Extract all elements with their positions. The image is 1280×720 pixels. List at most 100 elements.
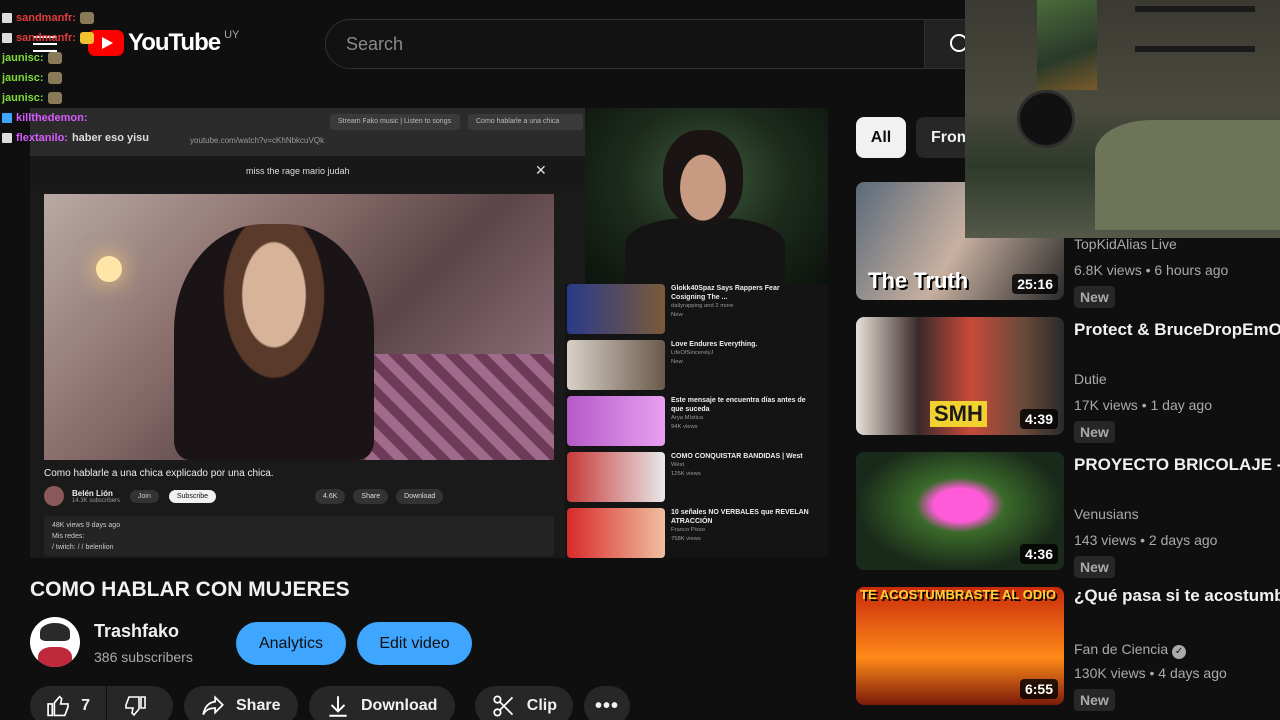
chat-username: jaunisc: <box>2 92 44 104</box>
video-thumbnail[interactable]: 4:36 <box>856 452 1064 570</box>
captured-desc-line: Mis redes: <box>52 533 85 540</box>
avatar-shirt <box>38 647 72 667</box>
captured-rec-sub: Franco Pisso <box>671 527 706 533</box>
video-player[interactable]: Stream Fako music | Listen to songs Como… <box>30 108 828 558</box>
dislike-button[interactable] <box>107 686 173 720</box>
captured-rec-badge: 758K views <box>671 536 701 542</box>
captured-channel-row: Belén Lión 14.3K subscribers Join Subscr… <box>44 486 217 506</box>
download-button[interactable]: Download <box>309 686 455 720</box>
captured-sidebar: Glokk40Spaz Says Rappers Fear Cosigning … <box>565 284 828 558</box>
channel-name[interactable]: Trashfako <box>94 621 179 642</box>
download-label: Download <box>361 697 438 714</box>
duration-badge: 6:55 <box>1019 679 1058 699</box>
captured-rec-sub: dailyrapping and 2 more <box>671 303 734 309</box>
captured-rec-sub: Arya Mística <box>671 415 704 421</box>
captured-thumb <box>567 340 665 390</box>
rec-title[interactable]: PROYECTO BRICOLAJE - BRICO ZERO #shoegaz… <box>1074 452 1280 477</box>
chat-username: jaunisc: <box>2 72 44 84</box>
badge-icon <box>2 13 12 23</box>
badge-icon <box>2 133 12 143</box>
chat-username: jaunisc: <box>2 52 44 64</box>
share-label: Share <box>236 697 281 714</box>
clear-icon: ✕ <box>535 162 547 178</box>
more-actions-button[interactable]: ••• <box>584 686 630 720</box>
captured-description: 48K views 9 days ago Mis redes: / twitch… <box>44 516 554 556</box>
captured-rec-title: Love Endures Everything. <box>671 341 758 348</box>
recommendation-item[interactable]: 4:36 PROYECTO BRICOLAJE - BRICO ZERO #sh… <box>856 452 1280 578</box>
microphone-icon <box>1017 90 1075 148</box>
rec-channel-name: Fan de Ciencia <box>1074 641 1169 657</box>
chat-username: flextanilo: <box>16 132 68 144</box>
wall-poster <box>1037 0 1097 90</box>
subscriber-count: 386 subscribers <box>94 649 193 665</box>
captured-rec-badge: 125K views <box>671 471 701 477</box>
search-input[interactable] <box>326 20 924 68</box>
rec-channel[interactable]: Fan de Ciencia ✓ <box>1074 641 1187 659</box>
captured-thumb <box>567 452 665 502</box>
webcam-body <box>625 218 785 284</box>
captured-rec: Love Endures Everything. LifeOfSincerelyJ… <box>567 340 827 392</box>
edit-video-button[interactable]: Edit video <box>357 622 472 665</box>
emote-icon <box>47 52 62 64</box>
rec-meta: 143 views • 2 days ago <box>1074 532 1218 548</box>
chat-message: jaunisc: <box>2 88 302 108</box>
captured-rec: Glokk40Spaz Says Rappers Fear Cosigning … <box>567 284 827 336</box>
video-thumbnail[interactable]: SMH 4:39 <box>856 317 1064 435</box>
rec-title[interactable]: ¿Qué pasa si te acostumbras a ser odiado… <box>1074 583 1280 608</box>
chip-all[interactable]: All <box>856 117 906 158</box>
captured-download: Download <box>396 489 444 504</box>
captured-rec-badge: 94K views <box>671 424 698 430</box>
avatar[interactable] <box>30 617 80 667</box>
rec-channel[interactable]: Dutie <box>1074 371 1107 387</box>
avatar-hair <box>40 623 70 641</box>
like-count: 7 <box>81 697 90 714</box>
chat-message: killthedemon: <box>2 108 302 128</box>
captured-search-query: miss the rage mario judah <box>246 166 350 176</box>
like-button[interactable]: 7 <box>30 686 106 720</box>
new-badge: New <box>1074 556 1115 578</box>
captured-rec: COMO CONQUISTAR BANDIDAS | West West 125K … <box>567 452 827 504</box>
rec-channel[interactable]: Venusians <box>1074 506 1139 522</box>
chat-username: killthedemon: <box>16 112 88 124</box>
analytics-button[interactable]: Analytics <box>236 622 346 665</box>
captured-rec-title: 10 señales NO VERBALES que REVELAN ATRAC… <box>671 509 809 525</box>
captured-rec: Este mensaje te encuentra días antes de … <box>567 396 827 448</box>
emote-icon <box>47 72 62 84</box>
chat-message: flextanilo: haber eso yisu <box>2 128 302 148</box>
captured-subscribe-button: Subscribe <box>168 489 217 503</box>
rec-title[interactable]: Protect & BruceDropEmOff Call Out Nine V… <box>1074 317 1280 342</box>
captured-thumb <box>567 508 665 558</box>
captured-search-bar: miss the rage mario judah ✕ <box>30 156 585 190</box>
search-box[interactable] <box>325 19 925 69</box>
captured-actions: 4.6K Share Download <box>315 489 444 504</box>
thumbnail-text: The Truth <box>868 268 969 293</box>
rec-channel[interactable]: TopKidAlias Live <box>1074 236 1177 252</box>
chat-message: jaunisc: <box>2 48 302 68</box>
share-button[interactable]: Share <box>184 686 298 720</box>
avatar <box>44 486 64 506</box>
captured-desc-line: / twitch: / / belenlion <box>52 544 114 551</box>
captured-video-frame <box>44 194 554 460</box>
browser-tab: Stream Fako music | Listen to songs <box>330 114 460 130</box>
browser-tab: Como hablarle a una chica <box>468 114 583 130</box>
captured-desc-line: 48K views 9 days ago <box>52 522 121 529</box>
clip-button[interactable]: Clip <box>475 686 573 720</box>
rec-meta: 17K views • 1 day ago <box>1074 397 1212 413</box>
lamp-light <box>96 256 122 282</box>
video-thumbnail[interactable]: TE ACOSTUMBRASTE AL ODIO 6:55 <box>856 587 1064 705</box>
captured-thumb <box>567 396 665 446</box>
captured-rec-sub: LifeOfSincerelyJ <box>671 350 714 356</box>
badge-icon <box>2 33 12 43</box>
rec-meta: 6.8K views • 6 hours ago <box>1074 262 1229 278</box>
new-badge: New <box>1074 421 1115 443</box>
captured-rec-badge: New <box>671 312 683 318</box>
recommendation-item[interactable]: TE ACOSTUMBRASTE AL ODIO 6:55 ¿Qué pasa … <box>856 586 1280 711</box>
new-badge: New <box>1074 286 1115 308</box>
more-icon: ••• <box>594 694 619 717</box>
chat-message: sandmanfr: <box>2 8 302 28</box>
dislike-icon <box>125 696 146 717</box>
recommendation-item[interactable]: SMH 4:39 Protect & BruceDropEmOff Call O… <box>856 317 1280 443</box>
presenter <box>174 224 374 460</box>
captured-like-count: 4.6K <box>315 489 346 504</box>
chat-text: haber eso yisu <box>71 132 149 144</box>
